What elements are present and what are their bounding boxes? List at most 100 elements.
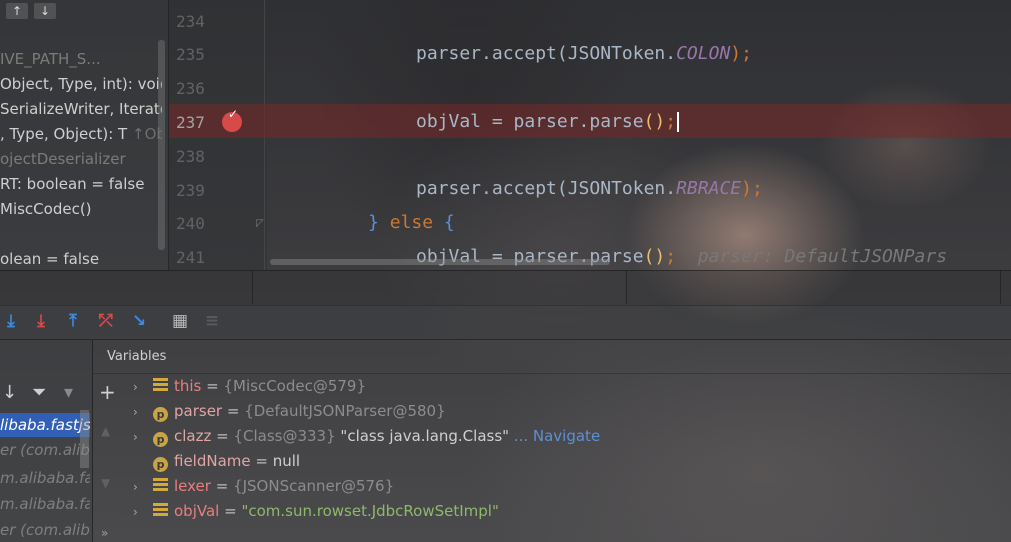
- drop-frame-icon[interactable]: ⤱: [95, 310, 117, 332]
- frame-item[interactable]: er (com.aliba: [0, 518, 90, 542]
- variable-name: fieldName: [174, 452, 251, 470]
- code-line-237[interactable]: objVal = parser.parse();: [416, 111, 680, 132]
- variables-sidebar: + ▲ ▼ »: [93, 374, 123, 542]
- navigate-link[interactable]: ... Navigate: [509, 427, 600, 445]
- separator-divider: [1000, 270, 1001, 304]
- variable-equals: =: [201, 377, 224, 395]
- debugger-toolbar: [0, 305, 1011, 340]
- code-line-235[interactable]: parser.accept(JSONToken.COLON);: [416, 43, 752, 64]
- code-brace: {: [443, 212, 455, 233]
- code-parens: (): [643, 246, 666, 267]
- field-icon: [153, 478, 168, 493]
- frame-item[interactable]: m.alibaba.fas: [0, 466, 90, 490]
- variable-value: "com.sun.rowset.JdbcRowSetImpl": [241, 502, 499, 520]
- sort-up-icon[interactable]: ↑: [6, 3, 28, 19]
- inline-debug-hint: parser: DefaultJSONPars: [697, 246, 948, 267]
- editor-horizontal-scrollbar[interactable]: [270, 259, 610, 265]
- fold-marker-icon[interactable]: ◸: [256, 218, 264, 229]
- expand-icon[interactable]: ›: [133, 425, 149, 449]
- structure-item[interactable]: SerializeWriter, Iterator: [0, 100, 162, 118]
- line-number: 235: [176, 45, 205, 64]
- structure-item[interactable]: ojectDeserializer: [0, 150, 162, 168]
- frame-item[interactable]: m.alibaba.fas: [0, 492, 90, 516]
- frames-scrollbar[interactable]: [80, 410, 89, 468]
- code-end: );: [730, 43, 752, 64]
- line-number: 238: [176, 147, 205, 166]
- variable-name: parser: [174, 402, 223, 420]
- variable-value: {DefaultJSONParser@580}: [244, 402, 446, 420]
- variable-equals: =: [219, 502, 242, 520]
- frame-item[interactable]: er (com.aliba: [0, 438, 90, 462]
- variables-header: Variables: [93, 340, 1011, 374]
- structure-item[interactable]: IVE_PATH_S...: [0, 50, 162, 68]
- variable-value: {MiscCodec@579}: [223, 377, 367, 395]
- line-number: 236: [176, 79, 205, 98]
- move-down-icon[interactable]: ▼: [101, 476, 110, 490]
- trace-current-stream-icon[interactable]: ≡: [201, 310, 223, 332]
- expand-icon[interactable]: ›: [133, 375, 149, 399]
- variable-row[interactable]: › p parser = {DefaultJSONParser@580}: [133, 399, 446, 423]
- variable-name: objVal: [174, 502, 220, 520]
- code-constant: RBRACE: [676, 178, 742, 199]
- structure-item[interactable]: RT: boolean = false: [0, 175, 162, 193]
- parameter-icon: p: [153, 457, 168, 472]
- breakpoint-check-icon: ✓: [228, 107, 239, 121]
- code-call: parser.accept(: [416, 43, 568, 64]
- line-number: 234: [176, 12, 205, 31]
- text-caret: [677, 112, 680, 132]
- step-out-icon[interactable]: ⤒: [62, 310, 84, 332]
- add-watch-icon[interactable]: +: [99, 380, 116, 404]
- structure-item-text: , Type, Object): T: [0, 125, 128, 143]
- variable-equals: =: [210, 477, 234, 495]
- parameter-icon: p: [153, 407, 168, 422]
- structure-item[interactable]: Object, Type, int): void: [0, 75, 162, 93]
- line-number: 239: [176, 181, 205, 200]
- sort-down-icon[interactable]: ↓: [34, 3, 56, 19]
- code-parens: (): [643, 111, 666, 132]
- line-number: 240: [176, 214, 205, 233]
- code-line-240[interactable]: } else {: [368, 212, 455, 233]
- variable-string: "class java.lang.Class": [335, 427, 510, 445]
- structure-item[interactable]: MiscCodec(): [0, 200, 162, 218]
- variable-row[interactable]: › this = {MiscCodec@579}: [133, 374, 366, 398]
- variable-equals: =: [222, 402, 245, 420]
- variable-equals: =: [250, 452, 273, 470]
- frames-dropdown-icon[interactable]: ▾: [64, 382, 73, 403]
- move-up-icon[interactable]: ▲: [101, 424, 110, 438]
- expand-icon[interactable]: ›: [133, 500, 149, 524]
- field-icon: [153, 378, 168, 393]
- panel-separator: [0, 270, 1011, 306]
- code-class: JSONToken.: [567, 178, 677, 199]
- code-class: JSONToken.: [567, 43, 677, 64]
- variable-name: clazz: [174, 427, 212, 445]
- more-icon[interactable]: »: [101, 526, 108, 540]
- structure-item[interactable]: olean = false: [0, 250, 162, 268]
- variable-row[interactable]: › lexer = {JSONScanner@576}: [133, 474, 394, 498]
- code-constant: COLON: [676, 43, 731, 64]
- structure-scrollbar[interactable]: [158, 40, 165, 250]
- code-line-239[interactable]: parser.accept(JSONToken.RBRACE);: [416, 178, 763, 199]
- code-brace: }: [368, 212, 379, 233]
- variable-row[interactable]: p fieldName = null: [133, 449, 300, 473]
- variable-row[interactable]: › p clazz = {Class@333} "class java.lang.C…: [133, 424, 600, 448]
- frames-down-icon[interactable]: ↓: [2, 382, 17, 403]
- expand-icon[interactable]: ›: [133, 400, 149, 424]
- separator-divider: [252, 270, 253, 304]
- code-semicolon: ;: [665, 111, 677, 132]
- line-number: 241: [176, 248, 205, 267]
- step-over-icon[interactable]: ⤓: [0, 310, 22, 332]
- code-end: );: [741, 178, 763, 199]
- force-step-into-icon[interactable]: ⤓: [30, 310, 52, 332]
- variable-value: {JSONScanner@576}: [233, 477, 395, 495]
- variable-name: lexer: [174, 477, 211, 495]
- variable-row[interactable]: › objVal = "com.sun.rowset.JdbcRowSetImpl…: [133, 499, 499, 523]
- evaluate-expression-icon[interactable]: ▦: [169, 310, 191, 332]
- structure-item[interactable]: , Type, Object): T ↑Obje: [0, 125, 162, 143]
- filter-icon[interactable]: ⏷: [32, 382, 46, 403]
- run-to-cursor-icon[interactable]: ↘: [128, 310, 150, 332]
- frame-item[interactable]: libaba.fastjso: [0, 413, 90, 437]
- code-statement: objVal = parser.parse: [416, 111, 644, 132]
- variable-value: null: [272, 452, 301, 470]
- expand-icon[interactable]: ›: [133, 475, 149, 499]
- variable-value: {Class@333}: [233, 427, 336, 445]
